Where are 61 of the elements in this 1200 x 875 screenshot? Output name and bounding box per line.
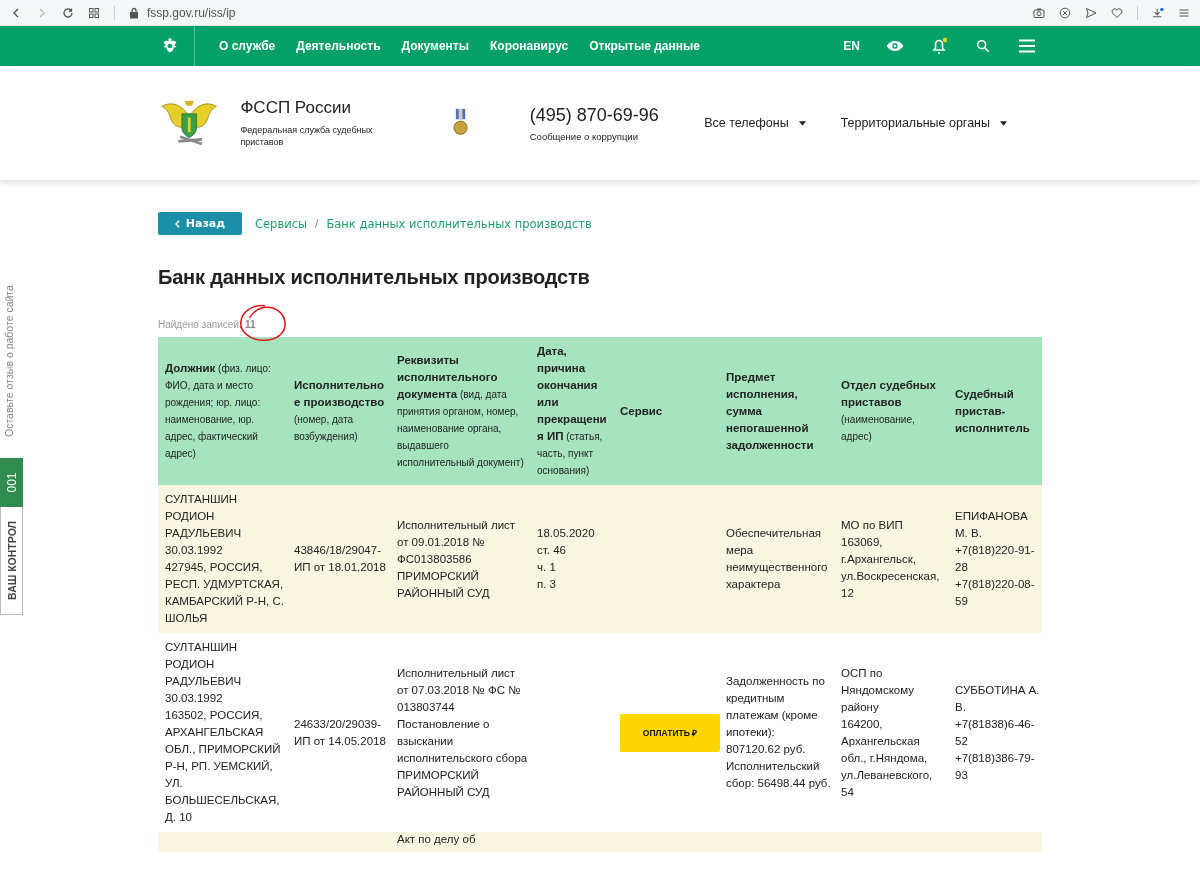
bell-icon[interactable] [930, 37, 948, 55]
column-header: Предмет исполнения, сумма непогашенной задолженности [719, 337, 834, 485]
column-header: Реквизиты исполнительного документа (вид, дата принятия органом, номер, наименование органа, выдавшего исполнительный документ) [390, 337, 530, 485]
download-icon[interactable] [1152, 6, 1164, 19]
back-button[interactable]: Назад [158, 212, 242, 235]
lock-icon [129, 6, 139, 19]
pay-button[interactable]: ОПЛАТИТЬ ₽ [620, 713, 720, 752]
breadcrumb-separator: / [315, 216, 319, 231]
table-cell: СУББОТИНА А. В. +7(81838)6-46-52 +7(818)386-79-93 [955, 683, 1040, 781]
organization-name[interactable]: ФССП России [240, 98, 401, 118]
chevron-left-icon [174, 219, 180, 228]
address-bar[interactable]: fssp.gov.ru/iss/ip [147, 5, 236, 20]
records-count: Найдено записей: 11 [158, 318, 256, 330]
camera-icon[interactable] [1033, 6, 1045, 19]
breadcrumb-link[interactable]: Сервисы [255, 216, 308, 231]
send-icon[interactable] [1085, 6, 1097, 19]
grid-icon[interactable] [88, 6, 100, 19]
column-header: Исполнительное производство (номер, дата возбуждения) [287, 337, 390, 485]
column-header: Дата, причина окончания или прекращения ИП (статья, часть, пункт основания) [530, 337, 613, 485]
table-cell: 24633/20/29039-ИП от 14.05.2018 [294, 717, 386, 747]
search-icon[interactable] [974, 39, 992, 53]
nav-link[interactable]: О службе [219, 39, 276, 53]
table-cell: СУЛТАНШИН РОДИОН РАДУЛЬЕВИЧ 30.03.1992 163502, РОССИЯ, АРХАНГЕЛЬСКАЯ ОБЛ., ПРИМОРСКИЙ Р-Н, РП. УЕМСКИЙ, УЛ. БОЛЬШЕСЕЛЬСКАЯ, Д. 10 [165, 641, 281, 823]
table-cell: Обеспечительная мера неимущественного характера [726, 527, 828, 590]
phone-number[interactable]: (495) 870-69-96 [529, 104, 705, 126]
table-cell: Задолженность по кредитным платежам (кроме ипотеки): 807120.62 руб. Исполнительский сбор: 56498.44 руб. [726, 675, 831, 789]
table-cell: 18.05.2020 ст. 46 ч. 1 п. 3 [537, 527, 595, 590]
control-label[interactable]: ВАШ КОНТРОЛ [0, 507, 23, 615]
corruption-report-link[interactable]: Сообщение о коррупции [529, 130, 705, 142]
table-cell: ЕПИФАНОВА М. В. +7(818)220-91-28 +7(818)220-08-59 [955, 510, 1035, 607]
language-link[interactable]: EN [843, 39, 860, 53]
column-header: Отдел судебных приставов (наименование, адрес) [834, 337, 948, 485]
table-cell: 43846/18/29047-ИП от 18.01.2018 [294, 544, 386, 573]
nav-link[interactable]: Коронавирус [490, 39, 569, 53]
column-header: Должник (физ. лицо: ФИО, дата и место рождения; юр. лицо: наименование, юр. адрес, фактический адрес) [158, 337, 287, 485]
column-header: Судебный пристав-исполнитель [948, 337, 1042, 485]
table-cell: Исполнительный лист от 09.01.2018 № ФС013803586 ПРИМОРСКИЙ РАЙОННЫЙ СУД [397, 518, 516, 599]
table-cell: Акт по делу об [397, 833, 476, 845]
caret-icon [1000, 120, 1007, 126]
reload-icon[interactable] [62, 6, 74, 19]
medal-icon [452, 108, 468, 138]
feedback-tab[interactable]: Оставьте отзыв о работе сайта [2, 285, 16, 437]
menu-icon[interactable] [1018, 39, 1036, 53]
dropdown-button[interactable]: Территориальные органы [840, 116, 1007, 130]
blocked-icon[interactable] [1059, 6, 1071, 19]
counter-badge[interactable]: 001 [0, 458, 23, 507]
page-title: Банк данных исполнительных производств [158, 265, 591, 290]
column-header: Сервис [613, 337, 719, 485]
breadcrumb-link[interactable]: Банк данных исполнительных производств [326, 216, 592, 231]
nav-link[interactable]: Деятельность [296, 39, 381, 53]
heart-icon[interactable] [1111, 6, 1123, 19]
caret-icon [798, 120, 806, 126]
eye-icon[interactable] [886, 39, 904, 53]
dropdown-button[interactable]: Все телефоны [704, 116, 806, 130]
table-cell: ОСП по Няндомскому району 164200, Архангельская обл., г.Няндома, ул.Леваневского, 54 [841, 666, 933, 798]
table-cell: Исполнительный лист от 07.03.2018 № ФС № 013803744 Постановление о взыскании исполнительского сбора ПРИМОРСКИЙ РАЙОННЫЙ СУД [397, 666, 528, 798]
table-cell: МО по ВИП 163069, г.Архангельск, ул.Воскресенская, 12 [841, 518, 940, 599]
table-cell: СУЛТАНШИН РОДИОН РАДУЛЬЕВИЧ 30.03.1992 427945, РОССИЯ, РЕСП. УДМУРТСКАЯ, КАМБАРСКИЙ Р-Н, С. ШОЛЬЯ [165, 493, 284, 624]
nav-link[interactable]: Открытые данные [589, 39, 700, 53]
organization-subtitle: Федеральная служба судебных приставов [240, 124, 374, 148]
nav-link[interactable]: Документы [401, 39, 469, 53]
